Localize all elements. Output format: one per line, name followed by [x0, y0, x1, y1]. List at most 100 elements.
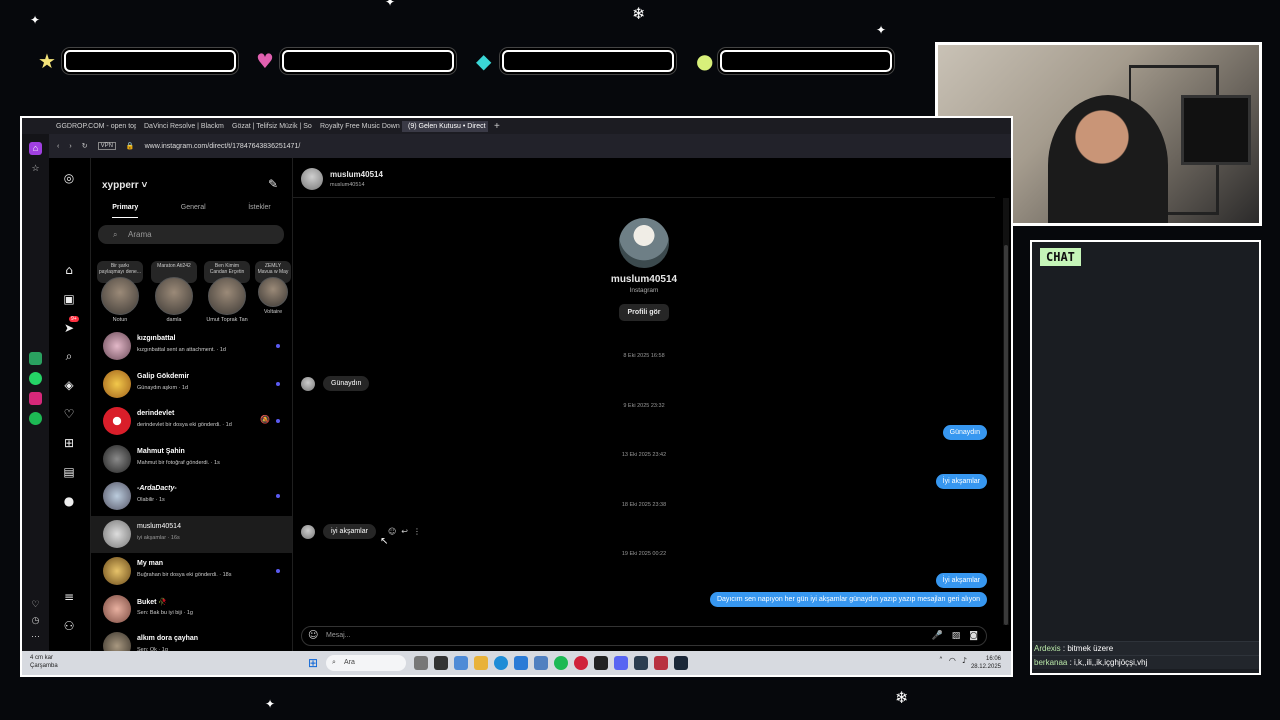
explore-icon[interactable]: ◈ — [61, 377, 77, 393]
instagram-icon[interactable] — [29, 392, 42, 405]
conversation-row[interactable]: My man Buğrahan bir dosya eki gönderdi. … — [91, 553, 292, 591]
app-icon[interactable] — [634, 656, 648, 670]
discord-icon[interactable] — [614, 656, 628, 670]
opera-icon[interactable] — [574, 656, 588, 670]
note-item[interactable]: Maraton Ati242 damla — [151, 261, 197, 323]
home-icon[interactable]: ⌂ — [61, 262, 77, 278]
browser-tab[interactable]: GGDROP.COM - open top — [50, 121, 136, 132]
outgoing-message[interactable]: İyi akşamlar — [935, 474, 987, 489]
url-input[interactable]: www.instagram.com/direct/t/1784764383625… — [145, 143, 301, 150]
app-icon[interactable] — [434, 656, 448, 670]
view-profile-button[interactable]: Profili gör — [619, 304, 669, 321]
steam-icon[interactable] — [674, 656, 688, 670]
conversation-preview: kızgınbattal sent an attachment. · 1d — [137, 347, 226, 353]
conversation-row[interactable]: derindevlet derindevlet bir dosya eki gö… — [91, 403, 292, 441]
threads-icon[interactable]: ⚇ — [61, 618, 77, 634]
clock-icon[interactable]: ◷ — [29, 614, 42, 627]
whatsapp-icon[interactable] — [29, 372, 42, 385]
conversation-row[interactable]: kızgınbattal kızgınbattal sent an attach… — [91, 328, 292, 366]
note-item[interactable]: Ben Kimim Candan Erçetin Umut Toprak Tan — [204, 261, 250, 323]
task-view-icon[interactable] — [414, 656, 428, 670]
conversation-name: Galip Gökdemir — [137, 372, 190, 380]
conversation-name: muslum40514 — [137, 522, 181, 530]
windows-start-icon[interactable]: ⊞ — [308, 656, 318, 670]
note-item[interactable]: Bir şarkı paylaşmayı dene... Notun — [97, 261, 143, 323]
spotify-icon[interactable] — [554, 656, 568, 670]
scrollbar[interactable] — [1003, 198, 1009, 625]
browser-tab[interactable]: Royalty Free Music Down — [314, 121, 400, 132]
emoji-icon[interactable]: ☺ — [308, 627, 318, 645]
back-icon[interactable]: ‹ — [57, 143, 59, 150]
browser-tab[interactable]: Gözat | Telifsiz Müzik | So — [226, 121, 312, 132]
conversation-row[interactable]: -ArdaDacty- Olabilir · 1s — [91, 478, 292, 516]
heart-icon[interactable]: ♡ — [29, 598, 42, 611]
react-icon[interactable]: ☺ — [388, 527, 396, 536]
message-composer[interactable]: ☺ Mesaj... 🎤 ▨ ◙ — [301, 626, 987, 646]
image-icon[interactable]: ▨ — [952, 627, 961, 645]
wifi-icon[interactable]: ◠ — [949, 656, 956, 665]
tab-primary[interactable]: Primary — [112, 204, 139, 218]
reload-icon[interactable]: ↻ — [82, 142, 88, 150]
create-icon[interactable]: ⊞ — [61, 435, 77, 451]
app-icon[interactable] — [454, 656, 468, 670]
store-icon[interactable] — [514, 656, 528, 670]
new-tab-button[interactable]: + — [490, 121, 504, 132]
conversation-preview: derindevlet bir dosya eki gönderdi. · 1d — [137, 422, 232, 428]
inbox-tabs: Primary General İstekler — [91, 204, 292, 218]
file-explorer-icon[interactable] — [474, 656, 488, 670]
message-bubble[interactable]: iyi akşamlar — [323, 524, 376, 539]
tab-general[interactable]: General — [181, 204, 206, 218]
search-icon[interactable]: ⌕ — [61, 348, 77, 364]
heart-icon[interactable]: ♡ — [61, 406, 77, 422]
outgoing-message[interactable]: Günaydın — [942, 425, 987, 440]
outgoing-message[interactable]: Dayıcım sen napıyon her gün iyi akşamlar… — [709, 592, 987, 607]
volume-icon[interactable]: ♪ — [962, 656, 967, 665]
compose-icon[interactable]: ✎ — [268, 177, 278, 191]
outgoing-message[interactable]: İyi akşamlar — [935, 573, 987, 588]
instagram-logo-icon[interactable]: ◎ — [61, 170, 77, 186]
taskbar-clock[interactable]: 16:06 28.12.2025 — [971, 655, 1001, 671]
microphone-icon[interactable]: 🎤 — [932, 627, 943, 645]
search-input[interactable]: ⌕ Arama — [98, 225, 284, 244]
avatar — [258, 277, 288, 307]
menu-icon[interactable]: ≡ — [61, 589, 77, 605]
sticker-icon[interactable]: ◙ — [969, 627, 978, 645]
forward-icon[interactable]: › — [69, 143, 71, 150]
chatgpt-icon[interactable] — [29, 352, 42, 365]
inbox-username: xypperr — [102, 180, 139, 191]
direct-icon[interactable]: ➤ — [61, 320, 77, 336]
conversation-row[interactable]: Buket 🥀 Sen: Bak bu iyi biji · 1g — [91, 591, 292, 629]
edge-icon[interactable] — [494, 656, 508, 670]
taskbar-search[interactable]: ⌕ Ara — [326, 655, 406, 671]
more-options-icon[interactable]: ⋮ — [413, 527, 421, 536]
thread-header[interactable]: muslum40514 muslum40514 — [293, 158, 995, 198]
browser-tab-active[interactable]: (9) Gelen Kutusu • Direct — [402, 120, 488, 132]
pin-icon[interactable]: ☆ — [29, 162, 42, 175]
conversation-preview: Olabilir · 1s — [137, 497, 165, 503]
weather-widget[interactable]: 4 cm kar Çarşamba — [30, 654, 58, 670]
message-bubble[interactable]: Günaydın — [323, 376, 370, 391]
note-item[interactable]: ZEMLY Mavua w May Voltaire — [255, 261, 291, 315]
taskbar-search-label: Ara — [344, 659, 355, 666]
conversation-row[interactable]: Mahmut Şahin Mahmut bir fotoğraf gönderd… — [91, 441, 292, 479]
reply-icon[interactable]: ↩ — [401, 527, 408, 536]
conversation-preview: Sen: Bak bu iyi biji · 1g — [137, 609, 193, 616]
spotify-icon[interactable] — [29, 412, 42, 425]
vpn-badge[interactable]: VPN — [97, 142, 116, 150]
tab-requests[interactable]: İstekler — [248, 204, 271, 218]
reels-icon[interactable]: ▣ — [61, 291, 77, 307]
conversation-row[interactable]: Galip Gökdemir Günaydın aşkım · 1d — [91, 366, 292, 404]
home-icon[interactable]: ⌂ — [29, 142, 42, 155]
conversation-row-selected[interactable]: muslum40514 iyi akşamlar · 16s — [91, 515, 292, 553]
account-switcher[interactable]: xypperr ˅ — [102, 180, 147, 191]
terminal-icon[interactable] — [594, 656, 608, 670]
app-icon[interactable] — [654, 656, 668, 670]
more-icon[interactable]: ⋯ — [29, 630, 42, 643]
profile-avatar-icon[interactable]: ● — [61, 493, 77, 509]
chevron-up-icon[interactable]: ˄ — [939, 656, 943, 665]
search-icon: ⌕ — [113, 230, 118, 239]
browser-tab[interactable]: DaVinci Resolve | Blackma — [138, 121, 224, 132]
dashboard-icon[interactable]: ▤ — [61, 464, 77, 480]
app-icon[interactable] — [534, 656, 548, 670]
snowflake-icon: ❄ — [895, 688, 909, 707]
